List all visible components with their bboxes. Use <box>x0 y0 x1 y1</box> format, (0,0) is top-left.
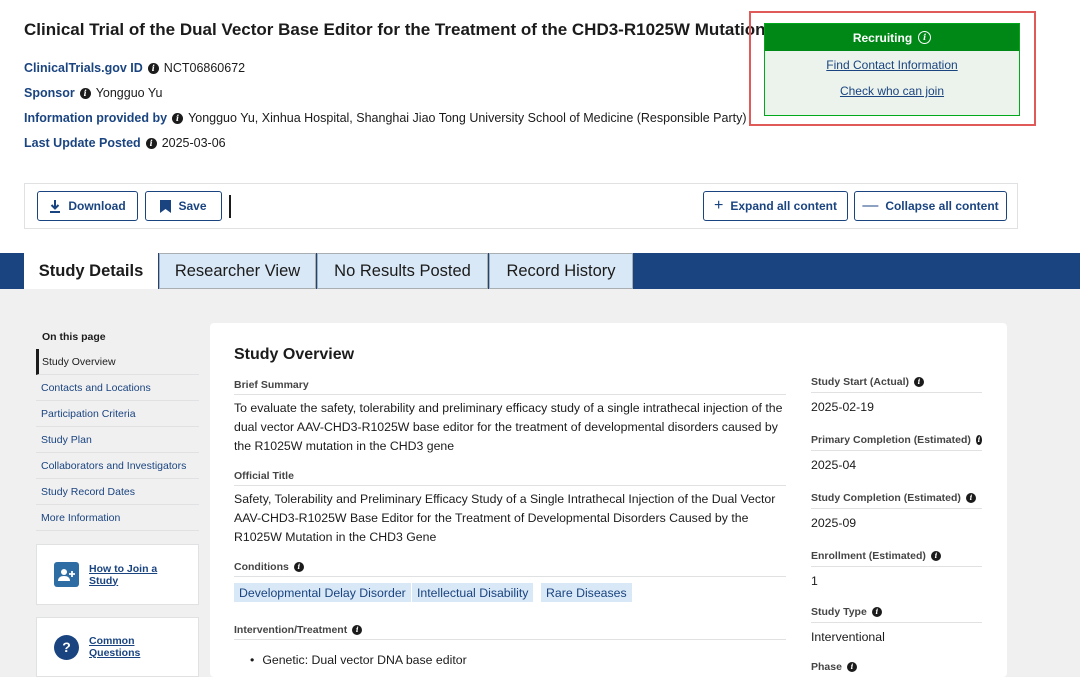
expand-all-button[interactable]: + Expand all content <box>703 191 848 221</box>
official-title-label: Official Title <box>234 470 786 486</box>
fact-value: 1 <box>811 574 818 588</box>
on-this-page-heading: On this page <box>42 331 106 343</box>
tab-no-results-posted[interactable]: No Results Posted <box>317 253 488 289</box>
expand-label: Expand all content <box>730 199 838 213</box>
info-icon[interactable]: i <box>293 562 304 572</box>
minus-icon: — <box>862 197 879 214</box>
add-person-icon <box>54 562 79 587</box>
fact-label: Study Start (Actual) i <box>811 376 982 393</box>
info-icon[interactable]: i <box>846 662 857 672</box>
label-text: Conditions <box>234 561 289 573</box>
info-icon[interactable]: i <box>930 551 941 561</box>
toolbar: Download Save + Expand all content — Col… <box>24 183 1018 229</box>
meta-label: Sponsor <box>24 86 75 100</box>
info-icon[interactable]: i <box>172 112 184 124</box>
info-icon[interactable]: i <box>352 625 363 635</box>
fact-label: Enrollment (Estimated) i <box>811 550 982 567</box>
sidebar-item-study-plan[interactable]: Study Plan <box>36 427 199 453</box>
sidebar-item-more-info[interactable]: More Information <box>36 505 199 531</box>
info-icon[interactable]: i <box>147 62 159 74</box>
label-text: Study Completion (Estimated) <box>811 492 961 504</box>
info-icon[interactable]: i <box>918 31 932 44</box>
fact-value: 2025-04 <box>811 458 857 472</box>
label-text: Study Type <box>811 606 867 618</box>
meta-label: Information provided by <box>24 111 168 125</box>
condition-chip[interactable]: Developmental Delay Disorder <box>234 583 411 602</box>
brief-summary-text: To evaluate the safety, tolerability and… <box>234 401 783 453</box>
sidebar-item-collaborators[interactable]: Collaborators and Investigators <box>36 453 199 479</box>
status-label: Recruiting <box>852 30 913 45</box>
meta-label: Last Update Posted <box>24 136 141 150</box>
meta-value: Yongguo Yu <box>95 86 163 100</box>
sidebar-item-study-overview[interactable]: Study Overview <box>36 349 199 375</box>
plus-icon: + <box>713 197 724 214</box>
info-icon[interactable]: i <box>871 607 882 617</box>
conditions-label: Conditions i <box>234 561 786 577</box>
common-questions-link[interactable]: Common Questions <box>89 635 145 659</box>
fact-value: 2025-02-19 <box>811 400 874 414</box>
bullet-icon: • <box>250 653 255 667</box>
recruiting-panel: Recruiting i Find Contact Information Ch… <box>764 23 1020 116</box>
recruiting-highlight: Recruiting i Find Contact Information Ch… <box>749 11 1036 126</box>
label-text: Enrollment (Estimated) <box>811 550 926 562</box>
condition-chip[interactable]: Intellectual Disability <box>412 583 534 602</box>
toolbar-divider <box>229 195 231 218</box>
meta-value: 2025-03-06 <box>161 136 226 150</box>
collapse-label: Collapse all content <box>885 199 999 213</box>
intervention-label: Intervention/Treatment i <box>234 624 786 640</box>
condition-chip[interactable]: Rare Diseases <box>541 583 632 602</box>
meta-value: Yongguo Yu, Xinhua Hospital, Shanghai Ji… <box>188 111 747 125</box>
fact-value: Interventional <box>811 630 885 644</box>
how-to-join-link[interactable]: How to Join a Study <box>89 563 159 587</box>
info-icon[interactable]: i <box>914 377 925 387</box>
label-text: Official Title <box>234 470 294 482</box>
fact-label: Study Completion (Estimated) i <box>811 492 982 509</box>
fact-label: Phase i <box>811 661 982 677</box>
sidebar-item-record-dates[interactable]: Study Record Dates <box>36 479 199 505</box>
label-text: Phase <box>811 661 842 673</box>
sidebar-item-participation[interactable]: Participation Criteria <box>36 401 199 427</box>
collapse-all-button[interactable]: — Collapse all content <box>854 191 1007 221</box>
info-icon[interactable]: i <box>79 87 91 99</box>
sidebar-item-contacts[interactable]: Contacts and Locations <box>36 375 199 401</box>
page-title: Clinical Trial of the Dual Vector Base E… <box>24 20 766 39</box>
fact-value: 2025-09 <box>811 516 857 530</box>
common-questions-card[interactable]: ? Common Questions <box>36 617 199 677</box>
how-to-join-card[interactable]: How to Join a Study <box>36 544 199 605</box>
tab-researcher-view[interactable]: Researcher View <box>159 253 316 289</box>
fact-label: Primary Completion (Estimated) i <box>811 434 982 451</box>
tab-bar: Study Details Researcher View No Results… <box>0 253 1080 290</box>
download-button[interactable]: Download <box>37 191 138 221</box>
info-icon[interactable]: i <box>145 137 157 149</box>
label-text: Brief Summary <box>234 379 309 391</box>
section-title: Study Overview <box>234 346 355 363</box>
info-icon[interactable]: i <box>975 435 982 445</box>
fact-label: Study Type i <box>811 606 982 623</box>
download-label: Download <box>68 199 126 213</box>
meta-provided-by: Information provided by i Yongguo Yu, Xi… <box>24 111 747 125</box>
recruiting-status: Recruiting i <box>765 24 1019 51</box>
label-text: Primary Completion (Estimated) <box>811 434 971 446</box>
info-icon[interactable]: i <box>965 493 976 503</box>
find-contact-link[interactable]: Find Contact Information <box>765 58 1019 72</box>
brief-summary-label: Brief Summary <box>234 379 786 395</box>
official-title-text: Safety, Tolerability and Preliminary Eff… <box>234 492 776 544</box>
download-icon <box>50 199 61 213</box>
save-button[interactable]: Save <box>145 191 222 221</box>
bookmark-icon <box>160 199 172 213</box>
label-text: Intervention/Treatment <box>234 624 348 636</box>
meta-last-update: Last Update Posted i 2025-03-06 <box>24 136 226 150</box>
label-text: Study Start (Actual) <box>811 376 910 388</box>
tab-record-history[interactable]: Record History <box>489 253 633 289</box>
meta-sponsor: Sponsor i Yongguo Yu <box>24 86 162 100</box>
meta-label: ClinicalTrials.gov ID <box>24 61 143 75</box>
intervention-item: • Genetic: Dual vector DNA base editor <box>250 651 810 670</box>
intervention-text: Genetic: Dual vector DNA base editor <box>262 653 467 667</box>
meta-value: NCT06860672 <box>163 61 246 75</box>
meta-nct-id: ClinicalTrials.gov ID i NCT06860672 <box>24 61 245 75</box>
question-icon: ? <box>54 634 79 660</box>
check-eligibility-link[interactable]: Check who can join <box>765 84 1019 98</box>
save-label: Save <box>178 199 207 213</box>
tab-study-details[interactable]: Study Details <box>24 253 158 290</box>
